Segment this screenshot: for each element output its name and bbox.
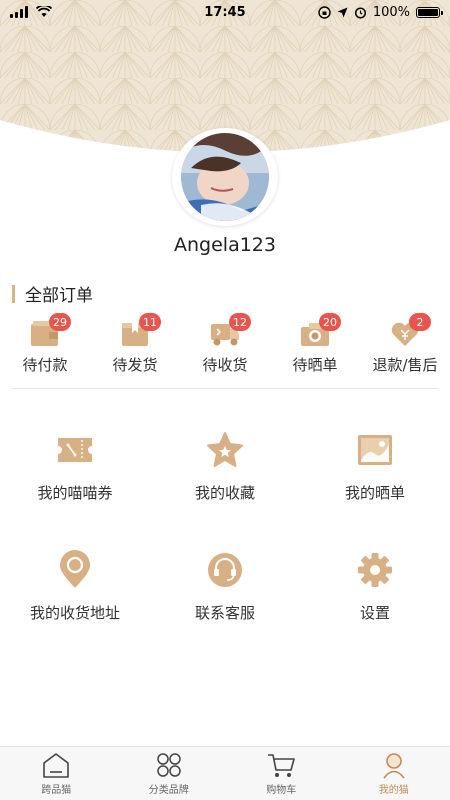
- location-pin-icon: [60, 550, 90, 588]
- title-accent-bar: [12, 284, 15, 303]
- order-badge: 12: [229, 313, 251, 331]
- order-label: 待晒单: [292, 356, 338, 374]
- order-item-refund[interactable]: 2 退款/售后: [360, 312, 450, 382]
- tab-label: 分类品牌: [148, 785, 189, 796]
- tab-profile[interactable]: 我的猫: [338, 747, 450, 800]
- order-item-pending-shipment[interactable]: 11 待发货: [90, 312, 180, 382]
- cart-icon: [268, 754, 296, 777]
- grid-label: 我的晒单: [344, 484, 405, 502]
- grid-label: 我的收藏: [194, 484, 255, 502]
- order-status-row: 29 待付款 11 待发货 12 待收货 20 待晒单 2 退款/售后: [0, 312, 450, 382]
- bottom-tab-bar: 跨品猫 分类品牌 购物车 我的猫: [0, 746, 450, 800]
- my-address-button[interactable]: 我的收货地址: [0, 550, 150, 630]
- username: Angela123: [174, 234, 276, 256]
- order-label: 退款/售后: [372, 356, 438, 374]
- categories-icon: [157, 753, 181, 777]
- customer-service-button[interactable]: 联系客服: [150, 550, 300, 630]
- section-divider: [12, 388, 438, 389]
- all-orders-label: 全部订单: [25, 286, 93, 306]
- orders-section-title[interactable]: 全部订单: [12, 281, 93, 306]
- headset-icon: [208, 553, 242, 587]
- settings-button[interactable]: 设置: [300, 550, 450, 630]
- tab-label: 跨品猫: [41, 785, 72, 796]
- orientation-lock-icon: [318, 5, 331, 19]
- tab-cart[interactable]: 购物车: [225, 747, 338, 800]
- alarm-icon: [354, 6, 366, 19]
- my-coupons-button[interactable]: 我的喵喵券: [0, 430, 150, 510]
- battery-percent: 100%: [372, 4, 410, 20]
- home-icon: [43, 753, 70, 778]
- photo-icon: [358, 435, 392, 465]
- battery-icon: [416, 6, 443, 18]
- order-label: 待收货: [202, 356, 248, 374]
- order-item-pending-payment[interactable]: 29 待付款: [0, 312, 90, 382]
- order-item-pending-review[interactable]: 20 待晒单: [270, 312, 360, 382]
- services-grid: 我的喵喵券 我的收藏 我的晒单 我的收货地址 联系客服 设置: [0, 430, 450, 630]
- order-label: 待发货: [112, 356, 158, 374]
- tab-home[interactable]: 跨品猫: [0, 747, 113, 800]
- coupon-icon: [58, 438, 92, 462]
- order-item-pending-receipt[interactable]: 12 待收货: [180, 312, 270, 382]
- wifi-icon: [36, 6, 52, 17]
- gear-icon: [358, 553, 392, 587]
- order-label: 待付款: [22, 356, 68, 374]
- avatar-photo: [181, 133, 269, 221]
- order-badge: 20: [319, 313, 341, 331]
- grid-label: 联系客服: [194, 604, 255, 622]
- profile-icon: [383, 753, 405, 779]
- star-icon: [207, 432, 243, 467]
- order-badge: 2: [409, 313, 431, 331]
- tab-categories[interactable]: 分类品牌: [113, 747, 226, 800]
- grid-label: 我的收货地址: [29, 604, 120, 622]
- grid-label: 设置: [359, 604, 390, 622]
- order-badge: 11: [139, 313, 161, 331]
- grid-label: 我的喵喵券: [37, 484, 113, 502]
- avatar[interactable]: [172, 128, 278, 226]
- signal-icon: [10, 6, 28, 18]
- order-badge: 29: [49, 313, 71, 331]
- tab-label: 购物车: [266, 785, 297, 796]
- status-time: 17:45: [204, 4, 246, 20]
- my-reviews-button[interactable]: 我的晒单: [300, 430, 450, 510]
- location-arrow-icon: [337, 7, 348, 17]
- status-bar: 17:45 100%: [0, 0, 450, 24]
- my-favorites-button[interactable]: 我的收藏: [150, 430, 300, 510]
- tab-label: 我的猫: [378, 785, 409, 796]
